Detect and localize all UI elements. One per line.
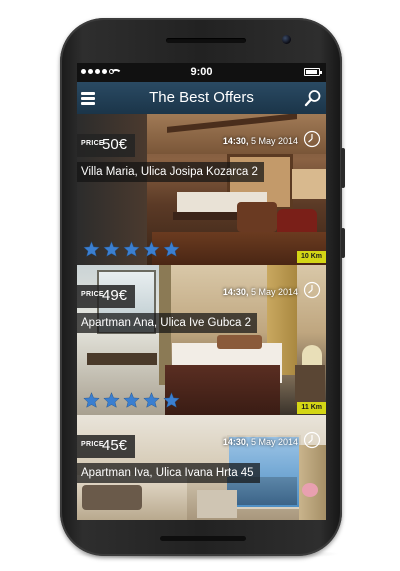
star-icon (83, 392, 100, 408)
rating-stars (83, 392, 180, 408)
price-tag: PRICE 49€ (77, 285, 135, 308)
front-camera (282, 35, 291, 44)
star-icon (163, 392, 180, 408)
clock-icon[interactable] (303, 130, 321, 148)
status-time: 9:00 (190, 66, 213, 78)
distance-badge: 10 Km (296, 251, 326, 263)
clock-icon[interactable] (303, 281, 321, 299)
bottom-speaker (160, 536, 246, 541)
price-label: PRICE (81, 140, 104, 147)
offer-time: 14:30, (222, 437, 249, 447)
status-bar: 9:00 (77, 63, 326, 82)
search-icon[interactable] (304, 89, 322, 107)
price-label: PRICE (81, 291, 104, 298)
battery-icon (304, 68, 322, 76)
offer-time: 14:30, (222, 287, 249, 297)
star-icon (143, 241, 160, 257)
star-icon (83, 241, 100, 257)
offer-datetime: 14:30, 5 May 2014 (223, 287, 298, 297)
price-value: 45€ (102, 437, 128, 454)
price-value: 50€ (102, 136, 128, 153)
offer-date: 5 May 2014 (250, 437, 298, 447)
distance-badge: 11 Km (297, 402, 326, 414)
star-icon (103, 241, 120, 257)
offer-date: 5 May 2014 (250, 136, 298, 146)
star-icon (123, 392, 140, 408)
offer-name: Apartman Iva, Ulica Ivana Hrta 45 (77, 463, 260, 483)
page-title: The Best Offers (149, 89, 254, 106)
earpiece-speaker (166, 38, 246, 43)
rating-stars (83, 241, 180, 257)
offer-datetime: 14:30, 5 May 2014 (223, 136, 298, 146)
phone-screen: 9:00 The Best Offers PRICE 50€ 14:30, 5 … (77, 63, 326, 520)
price-tag: PRICE 45€ (77, 435, 135, 458)
volume-button (341, 148, 345, 188)
offer-name: Villa Maria, Ulica Josipa Kozarca 2 (77, 162, 264, 182)
offer-name: Apartman Ana, Ulica Ive Gubca 2 (77, 313, 258, 333)
offer-date: 5 May 2014 (250, 287, 298, 297)
offer-card-apartman-iva[interactable]: PRICE 45€ 14:30, 5 May 2014 Apartman Iva… (77, 415, 326, 520)
power-button (341, 228, 345, 258)
price-tag: PRICE 50€ (77, 134, 135, 157)
offer-card-apartman-ana[interactable]: PRICE 49€ 14:30, 5 May 2014 Apartman Ana… (77, 265, 326, 417)
star-icon (123, 241, 140, 257)
offer-card-villa-maria[interactable]: PRICE 50€ 14:30, 5 May 2014 Villa Maria,… (77, 114, 326, 267)
price-label: PRICE (81, 441, 104, 448)
app-bar: The Best Offers (77, 82, 326, 115)
clock-icon[interactable] (303, 431, 321, 449)
price-value: 49€ (102, 287, 128, 304)
offer-time: 14:30, (222, 136, 249, 146)
offer-datetime: 14:30, 5 May 2014 (223, 437, 298, 447)
star-icon (143, 392, 160, 408)
star-icon (163, 241, 180, 257)
star-icon (103, 392, 120, 408)
